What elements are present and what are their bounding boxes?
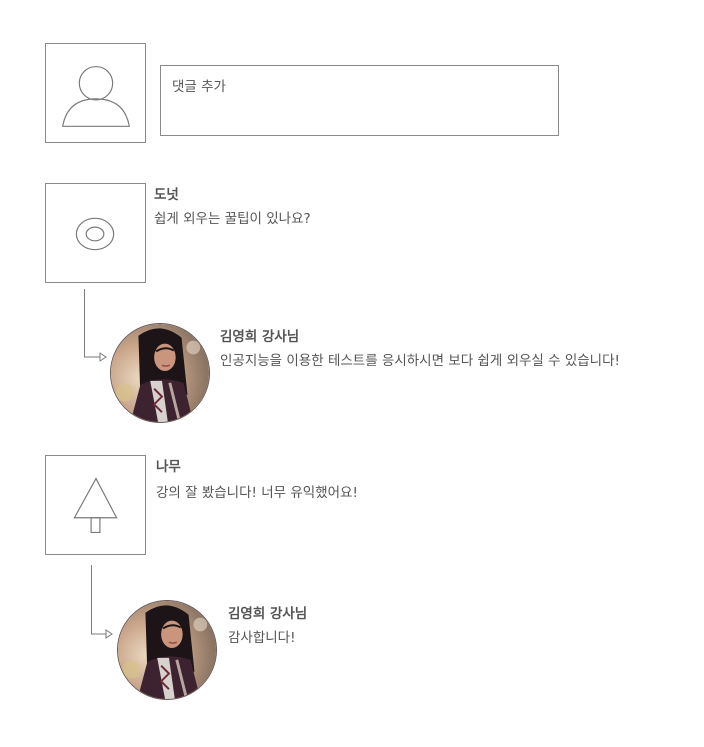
instructor-avatar bbox=[117, 600, 217, 700]
reply-author: 김영희 강사님 bbox=[228, 606, 308, 622]
reply-text: 감사합니다! bbox=[228, 630, 296, 646]
reply-connector bbox=[91, 565, 113, 639]
